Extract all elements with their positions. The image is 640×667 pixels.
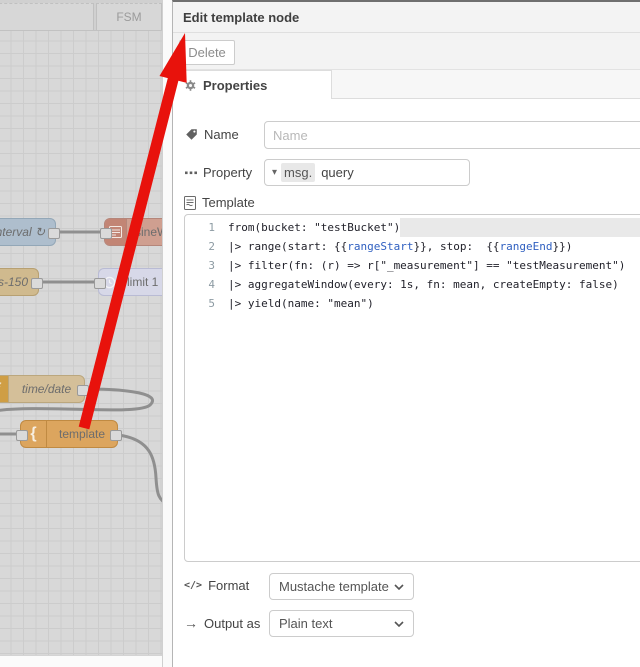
code-line: 2 |> range(start: {{rangeStart}}, stop: {…	[208, 240, 573, 253]
code-line: 1 from(bucket: "testBucket")	[185, 218, 640, 237]
chevron-down-icon	[394, 583, 404, 590]
output-port[interactable]	[31, 278, 43, 289]
property-type-chip[interactable]: msg.	[281, 163, 316, 182]
code-lines: 1 from(bucket: "testBucket") 2 |> range(sta…	[185, 218, 640, 313]
name-label: Name	[185, 127, 239, 142]
input-port[interactable]	[94, 278, 106, 289]
flow-tabbar: FSM	[0, 0, 172, 31]
function-icon: f	[0, 376, 9, 402]
ellipsis-icon	[185, 171, 197, 175]
output-port[interactable]	[110, 430, 122, 441]
output-port[interactable]	[48, 228, 60, 239]
code-line: 3 |> filter(fn: (r) => r["_measurement"] …	[208, 259, 626, 272]
property-label: Property	[185, 165, 252, 180]
template-label: Template	[184, 195, 255, 210]
canvas-scrollbar-vertical[interactable]	[162, 0, 172, 667]
dialog-toolbar: Delete	[173, 33, 640, 70]
edit-template-dialog: Edit template node Delete Properties Nam…	[172, 0, 640, 667]
gear-icon	[184, 79, 197, 92]
node-time-date[interactable]: f time/date	[0, 375, 89, 403]
name-input[interactable]	[264, 121, 640, 149]
dialog-form: Name Property ▾ msg. query Template	[173, 99, 640, 667]
canvas-scrollbar-horizontal[interactable]	[0, 655, 162, 667]
code-icon: </>	[184, 580, 203, 591]
canvas-grid	[0, 30, 172, 661]
chevron-down-icon[interactable]: ▾	[265, 167, 281, 178]
output-port[interactable]	[77, 385, 89, 396]
template-code-editor[interactable]: 1 from(bucket: "testBucket") 2 |> range(sta…	[184, 214, 640, 562]
app-root: FSM interval ↻ sineWave s-150	[0, 0, 640, 667]
dialog-tabbar: Properties	[173, 70, 640, 99]
chevron-down-icon	[394, 620, 404, 627]
flow-tab-fsm[interactable]: FSM	[96, 3, 162, 30]
property-typed-input[interactable]: ▾ msg. query	[264, 159, 470, 186]
flow-tab-1[interactable]	[0, 3, 94, 30]
tag-icon	[185, 128, 198, 141]
template-doc-icon	[184, 195, 196, 210]
dialog-title: Edit template node	[183, 9, 300, 25]
node-limit[interactable]: limit 1 ms	[94, 268, 172, 296]
input-port[interactable]	[100, 228, 112, 239]
tab-properties[interactable]: Properties	[173, 70, 332, 99]
node-template[interactable]: { template	[16, 420, 122, 448]
node-interval[interactable]: interval ↻	[0, 218, 60, 246]
format-select[interactable]: Mustache template	[269, 573, 414, 600]
dialog-header: Edit template node	[173, 2, 640, 33]
code-line: 5 |> yield(name: "mean")	[208, 297, 374, 310]
input-port[interactable]	[16, 430, 28, 441]
output-as-label: → Output as	[184, 615, 261, 631]
arrow-right-icon: →	[184, 615, 198, 631]
node-ms-150[interactable]: s-150	[0, 268, 43, 296]
delete-button[interactable]: Delete	[179, 40, 235, 65]
format-label: </> Format	[184, 578, 250, 593]
flow-canvas[interactable]: FSM interval ↻ sineWave s-150	[0, 0, 172, 667]
code-line: 4 |> aggregateWindow(every: 1s, fn: mean,…	[208, 278, 619, 291]
property-value[interactable]: query	[315, 165, 354, 180]
output-as-select[interactable]: Plain text	[269, 610, 414, 637]
